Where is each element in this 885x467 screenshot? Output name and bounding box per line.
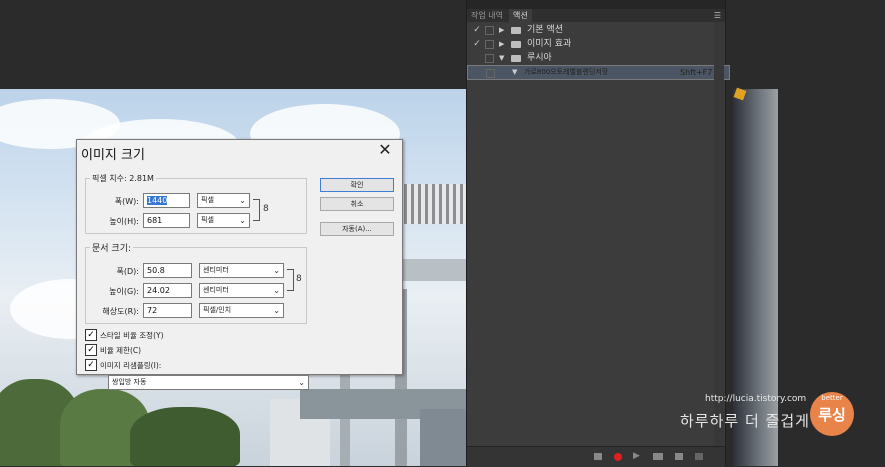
action-set-label: 이미지 효과	[527, 39, 572, 49]
dialog-toggle-box[interactable]	[486, 69, 495, 78]
constrain-proportions-label: 비율 제한(C)	[100, 346, 142, 355]
doc-width-input[interactable]: 50.8	[143, 263, 192, 278]
toggle-check-icon[interactable]: ✓	[472, 23, 482, 37]
height-unit-select[interactable]: 픽셀 ⌄	[197, 213, 250, 228]
stop-icon[interactable]	[594, 453, 602, 460]
width-label: 폭(W):	[114, 197, 139, 206]
chain-link-icon: 8	[296, 274, 302, 284]
record-icon[interactable]	[614, 453, 622, 461]
new-set-folder-icon[interactable]	[653, 453, 663, 460]
chevron-down-icon: ⌄	[239, 216, 246, 225]
dialog-title: 이미지 크기	[81, 148, 145, 163]
width-input[interactable]: 1440	[143, 193, 190, 208]
watermark-url: http://lucia.tistory.com	[705, 394, 807, 404]
collapse-arrow-icon[interactable]: ▼	[512, 66, 517, 79]
action-item-label: 가로800오토레벨블렌딩저장	[524, 68, 609, 76]
expand-arrow-icon[interactable]: ▶	[499, 37, 504, 51]
doc-height-label: 높이(G):	[109, 287, 139, 296]
ok-button[interactable]: 확인	[320, 178, 394, 192]
cancel-button[interactable]: 취소	[320, 197, 394, 211]
action-shortcut: Shft+F7	[680, 68, 713, 77]
folder-icon	[511, 41, 521, 48]
dialog-toggle-box[interactable]	[485, 26, 494, 35]
play-icon[interactable]: ▶	[633, 451, 640, 461]
document-size-label: 문서 크기:	[90, 241, 134, 254]
height-input[interactable]: 681	[143, 213, 190, 228]
resample-label: 이미지 리샘플링(I):	[100, 361, 162, 370]
width-unit-select[interactable]: 픽셀 ⌄	[197, 193, 250, 208]
link-bracket	[253, 199, 260, 221]
doc-height-unit-select[interactable]: 센티미터 ⌄	[199, 283, 284, 298]
doc-height-input[interactable]: 24.02	[143, 283, 192, 298]
chevron-down-icon: ⌄	[273, 306, 280, 315]
chevron-down-icon: ⌄	[273, 266, 280, 275]
chevron-down-icon: ⌄	[273, 286, 280, 295]
action-set-default[interactable]: ✓ ▶ 기본 액션	[467, 23, 725, 37]
watermark-logo-text: 루싱	[818, 406, 846, 424]
chevron-down-icon: ⌄	[239, 196, 246, 205]
trash-icon[interactable]	[695, 453, 703, 460]
toggle-check-icon[interactable]: ✓	[472, 37, 482, 51]
resolution-unit-select[interactable]: 픽셀/인치 ⌄	[199, 303, 284, 318]
constrain-proportions-checkbox[interactable]: ✓	[85, 344, 97, 356]
action-item-selected[interactable]: ▼ 가로800오토레벨블렌딩저장 Shft+F7	[467, 65, 730, 80]
doc-width-label: 폭(D):	[116, 267, 139, 276]
resample-checkbox[interactable]: ✓	[85, 359, 97, 371]
resample-method-select[interactable]: 쌍입방 자동 ⌄	[108, 375, 309, 390]
pixel-dimensions-label: 픽셀 치수: 2.81M	[90, 173, 156, 184]
resolution-input[interactable]: 72	[143, 303, 192, 318]
watermark-text: 하루하루 더 즐겁게	[680, 412, 810, 430]
watermark-logo-small-text: better	[821, 394, 843, 402]
action-set-lucia[interactable]: ▼ 루시아	[467, 51, 725, 65]
action-set-label: 루시아	[527, 53, 552, 63]
tab-actions[interactable]: 액션	[509, 9, 532, 22]
collapse-arrow-icon[interactable]: ▼	[499, 51, 504, 65]
resolution-label: 해상도(R):	[102, 307, 139, 316]
actions-panel: 작업 내역 액션 ☰ ✓ ▶ 기본 액션 ✓ ▶ 이미지 효과 ▼ 루시아 ▼ …	[466, 0, 730, 467]
doc-link-bracket	[287, 269, 294, 291]
doc-width-unit-select[interactable]: 센티미터 ⌄	[199, 263, 284, 278]
new-action-icon[interactable]	[675, 453, 683, 460]
action-set-label: 기본 액션	[527, 25, 563, 35]
scale-styles-checkbox[interactable]: ✓	[85, 329, 97, 341]
height-label: 높이(H):	[109, 217, 139, 226]
action-set-image-effects[interactable]: ✓ ▶ 이미지 효과	[467, 37, 725, 51]
close-icon[interactable]: ✕	[376, 141, 394, 159]
image-size-dialog: 이미지 크기 ✕ 픽셀 치수: 2.81M 폭(W): 1440 픽셀 ⌄ 높이(…	[76, 139, 403, 375]
panel-bottom-toolbar: ▶	[467, 446, 725, 467]
panel-scrollbar[interactable]	[714, 22, 724, 446]
folder-open-icon	[511, 55, 521, 62]
auto-button[interactable]: 자동(A)...	[320, 222, 394, 236]
chevron-down-icon: ⌄	[298, 378, 305, 387]
expand-arrow-icon[interactable]: ▶	[499, 23, 504, 37]
dialog-toggle-box[interactable]	[485, 40, 494, 49]
chain-link-icon: 8	[263, 204, 269, 214]
panel-menu-icon[interactable]: ☰	[714, 9, 721, 22]
tab-history[interactable]: 작업 내역	[467, 9, 507, 22]
dialog-toggle-box[interactable]	[485, 54, 494, 63]
folder-icon	[511, 27, 521, 34]
panel-tabs: 작업 내역 액션 ☰	[467, 9, 725, 22]
scale-styles-label: 스타일 비율 조정(Y)	[100, 331, 164, 340]
